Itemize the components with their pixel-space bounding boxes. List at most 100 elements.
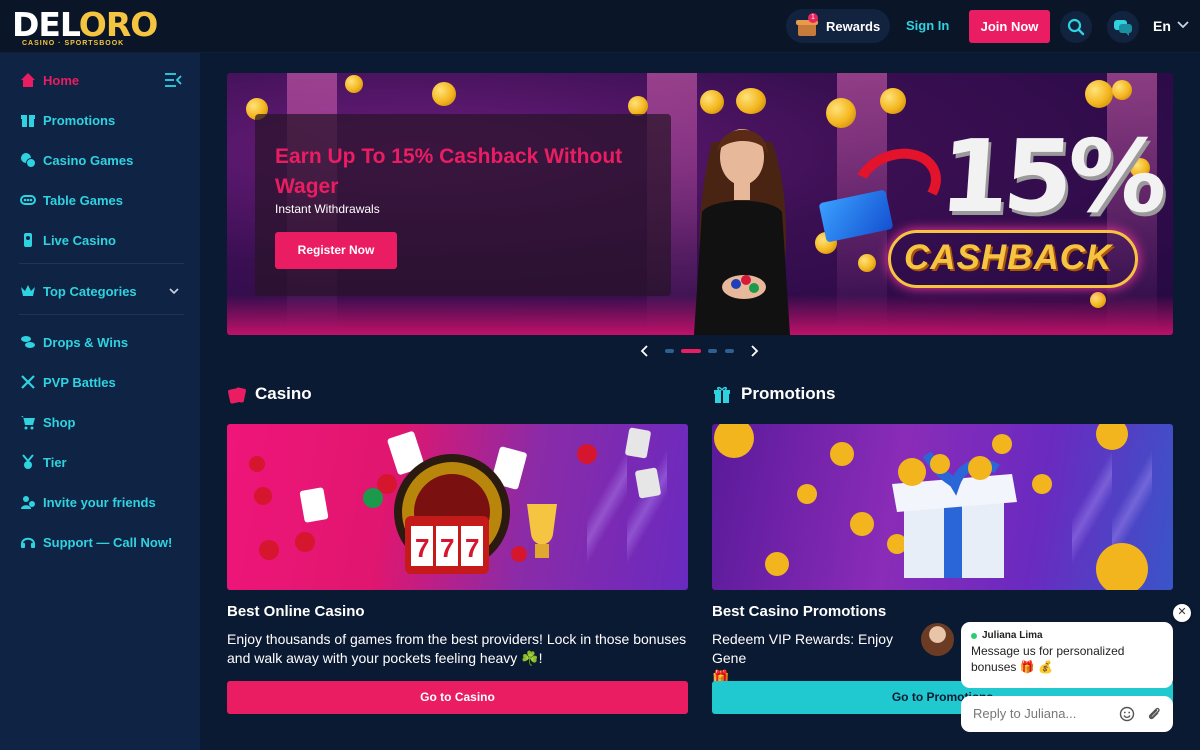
casino-card-description: Enjoy thousands of games from the best p… xyxy=(227,631,687,666)
sidebar-item-label: Shop xyxy=(43,414,76,430)
sidebar-item-table-games[interactable]: Table Games xyxy=(19,188,123,212)
sidebar-item-promotions[interactable]: Promotions xyxy=(19,108,115,132)
hero-big-percent: 15% xyxy=(935,118,1166,235)
language-selector[interactable]: En xyxy=(1153,18,1171,34)
sidebar-item-label: Promotions xyxy=(43,112,116,128)
promotions-section-title: Promotions xyxy=(741,384,836,403)
carousel-dot[interactable] xyxy=(725,349,734,353)
logo-wordmark: DELORO xyxy=(12,8,162,42)
chips-icon xyxy=(19,152,36,169)
top-header: DELORO CASINO · SPORTSBOOK 1 Rewards Sig… xyxy=(0,0,1200,53)
sidebar-item-drops-wins[interactable]: Drops & Wins xyxy=(19,330,128,354)
users-icon xyxy=(19,494,36,511)
casino-cards-icon xyxy=(228,387,246,404)
search-icon xyxy=(1067,18,1085,36)
casino-banner-art: 7 7 7 xyxy=(249,427,661,574)
coin-image xyxy=(700,90,724,114)
sidebar-item-label: Invite your friends xyxy=(43,494,156,510)
gift-icon xyxy=(19,112,36,129)
register-now-button[interactable]: Register Now xyxy=(275,232,397,269)
promotions-card-title: Best Casino Promotions xyxy=(712,603,887,620)
sidebar-item-label: Tier xyxy=(43,454,67,470)
gift-icon: 1 xyxy=(796,13,818,37)
sidebar-item-top-categories[interactable]: Top Categories xyxy=(19,279,184,303)
sidebar-item-label: Home xyxy=(43,72,80,88)
sidebar-item-home[interactable]: Home xyxy=(19,68,79,92)
coin-image xyxy=(432,82,456,106)
chat-reply-input[interactable]: Reply to Juliana... xyxy=(961,696,1173,732)
collapse-sidebar-icon[interactable] xyxy=(164,72,182,88)
coin-image xyxy=(736,88,766,114)
agent-avatar[interactable] xyxy=(921,623,954,656)
carousel-dot-active[interactable] xyxy=(681,349,701,353)
sidebar-item-label: Top Categories xyxy=(43,283,137,299)
sign-in-link[interactable]: Sign In xyxy=(906,18,949,33)
gift-icon xyxy=(714,386,730,403)
rewards-badge: 1 xyxy=(808,13,818,23)
chevron-left-icon[interactable] xyxy=(640,345,650,357)
attachment-icon[interactable] xyxy=(1146,706,1162,722)
hero-title: Earn Up To 15% Cashback Without Wager xyxy=(275,145,623,198)
headset-icon xyxy=(19,534,36,551)
coin-image xyxy=(858,254,876,272)
cashback-text: CASHBACK xyxy=(904,238,1113,277)
hero-subtitle: Instant Withdrawals xyxy=(275,202,380,216)
carousel-dot[interactable] xyxy=(665,349,674,353)
swords-icon xyxy=(19,374,36,391)
table-icon xyxy=(19,192,36,209)
sidebar-item-invite-friends[interactable]: Invite your friends xyxy=(19,490,156,514)
deloro-logo[interactable]: DELORO CASINO · SPORTSBOOK xyxy=(12,8,162,48)
chat-close-button[interactable]: ✕ xyxy=(1173,604,1191,622)
svg-text:7: 7 xyxy=(415,533,429,563)
chevron-right-icon[interactable] xyxy=(749,345,759,357)
rewards-label: Rewards xyxy=(826,18,881,34)
carousel-dot[interactable] xyxy=(708,349,717,353)
promotions-banner-art xyxy=(714,424,1148,590)
svg-text:7: 7 xyxy=(440,533,454,563)
coins-icon xyxy=(19,334,36,351)
online-status-dot xyxy=(971,632,977,639)
casino-card-title: Best Online Casino xyxy=(227,603,365,620)
sidebar-item-casino-games[interactable]: Casino Games xyxy=(19,148,133,172)
sidebar-item-label: Table Games xyxy=(43,192,123,208)
chat-agent-name: Juliana Lima xyxy=(971,630,1163,641)
sidebar-item-live-casino[interactable]: Live Casino xyxy=(19,228,116,252)
promotions-card-description: Redeem VIP Rewards: Enjoy Gene 🎁 xyxy=(712,630,922,687)
logo-text-b: ORO xyxy=(78,5,159,44)
sidebar-divider xyxy=(19,314,184,315)
emoji-icon[interactable] xyxy=(1119,706,1135,722)
coin-image xyxy=(826,98,856,128)
sidebar-item-label: Support — Call Now! xyxy=(43,534,173,550)
sidebar-item-tier[interactable]: Tier xyxy=(19,450,67,474)
chat-message-bubble[interactable]: Juliana Lima Message us for personalized… xyxy=(961,622,1173,688)
chat-message-text: Message us for personalized bonuses 🎁 💰 xyxy=(971,644,1125,674)
go-to-casino-button[interactable]: Go to Casino xyxy=(227,681,688,714)
sidebar-item-label: Drops & Wins xyxy=(43,334,129,350)
search-button[interactable] xyxy=(1060,11,1092,43)
chat-button[interactable] xyxy=(1107,11,1139,43)
sidebar-divider xyxy=(19,263,184,264)
sidebar-item-label: PVP Battles xyxy=(43,374,116,390)
coin-image xyxy=(1112,80,1132,100)
promotions-card-desc-line1: Redeem VIP Rewards: Enjoy Gene xyxy=(712,631,894,666)
svg-text:7: 7 xyxy=(465,533,479,563)
join-now-button[interactable]: Join Now xyxy=(969,10,1050,43)
medal-icon xyxy=(19,454,36,471)
coin-image xyxy=(880,88,906,114)
hostess-image xyxy=(694,129,790,335)
coin-image xyxy=(1085,80,1113,108)
cart-icon xyxy=(19,414,36,431)
coin-image xyxy=(1090,292,1106,308)
crown-icon xyxy=(19,283,36,300)
coin-image xyxy=(628,96,648,116)
sidebar-item-shop[interactable]: Shop xyxy=(19,410,76,434)
logo-text-a: DEL xyxy=(12,5,80,44)
rewards-button[interactable]: 1 Rewards xyxy=(786,9,890,43)
chevron-down-icon xyxy=(1177,21,1189,29)
sidebar-item-support[interactable]: Support — Call Now! xyxy=(19,530,172,554)
chat-bubbles-icon xyxy=(1114,20,1132,36)
sidebar-item-label: Live Casino xyxy=(43,232,116,248)
sidebar-item-pvp-battles[interactable]: PVP Battles xyxy=(19,370,116,394)
chevron-down-icon xyxy=(169,288,179,295)
coin-image xyxy=(345,75,363,93)
